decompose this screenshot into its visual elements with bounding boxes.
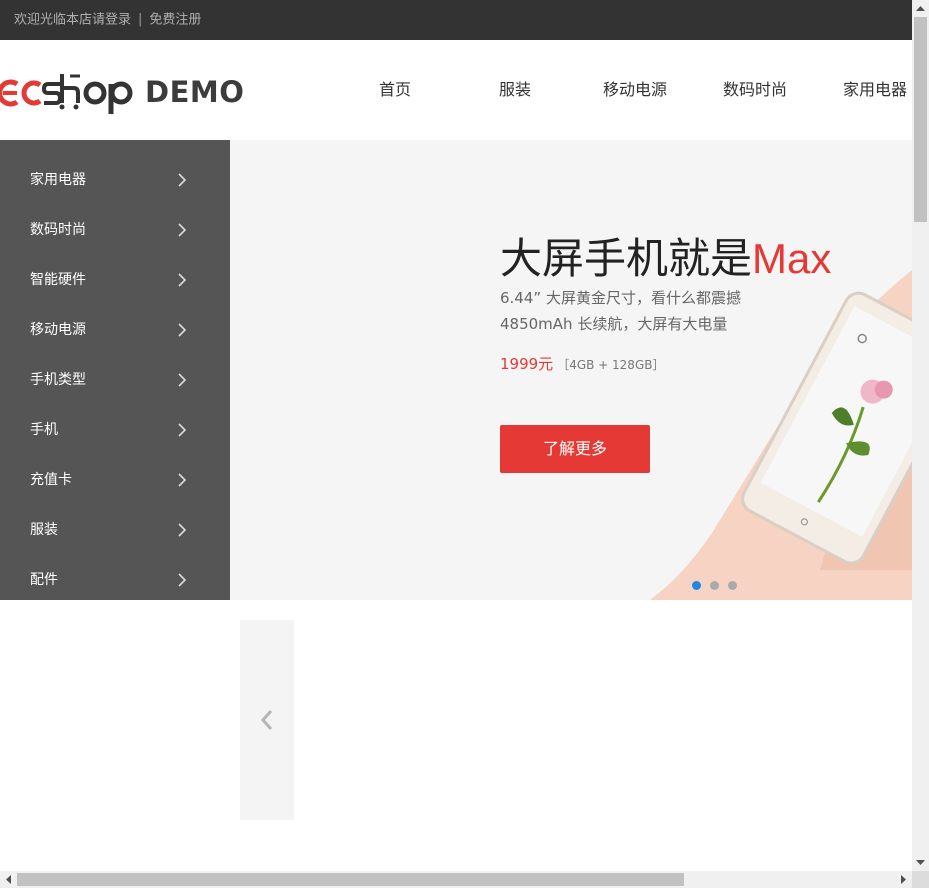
sidebar-item-appliances[interactable]: 家用电器 — [0, 155, 230, 205]
sidebar-item-smart-hardware[interactable]: 智能硬件 — [0, 255, 230, 305]
topbar-separator: | — [138, 12, 143, 27]
ecshop-logo-icon — [0, 74, 133, 114]
banner-price: 1999元 ［4GB + 128GB］ — [500, 353, 664, 374]
chevron-right-icon — [178, 573, 187, 587]
sidebar-item-label: 手机 — [30, 422, 58, 438]
chevron-right-icon — [178, 223, 187, 237]
carousel-dot-2[interactable] — [710, 581, 719, 590]
carousel-prev-button[interactable] — [240, 620, 294, 820]
category-sidebar: 家用电器 数码时尚 智能硬件 移动电源 手机类型 手机 充值卡 服装 配件 — [0, 140, 230, 600]
chevron-right-icon — [178, 423, 187, 437]
banner-spec: ［4GB + 128GB］ — [557, 358, 665, 372]
sidebar-item-label: 配件 — [30, 572, 58, 588]
chevron-right-icon — [178, 173, 187, 187]
scrollbar-corner — [912, 871, 929, 888]
sidebar-item-label: 移动电源 — [30, 322, 86, 338]
vertical-scrollbar[interactable] — [912, 0, 929, 871]
sidebar-item-power-bank[interactable]: 移动电源 — [0, 305, 230, 355]
carousel-dot-1[interactable] — [692, 581, 701, 590]
main-nav: 首页 服装 移动电源 数码时尚 家用电器 — [335, 40, 929, 140]
sidebar-item-clothing[interactable]: 服装 — [0, 505, 230, 555]
nav-item-digital[interactable]: 数码时尚 — [695, 40, 815, 140]
hero-banner[interactable]: 大屏手机就是Max 6.44” 大屏黄金尺寸，看什么都震撼 4850mAh 长续… — [230, 140, 912, 600]
scroll-right-arrow-icon[interactable] — [895, 871, 912, 888]
chevron-left-icon — [260, 710, 273, 730]
header: DEMO 首页 服装 移动电源 数码时尚 家用电器 — [0, 40, 912, 140]
horizontal-scrollbar[interactable] — [0, 871, 912, 888]
sidebar-item-label: 服装 — [30, 522, 58, 538]
learn-more-button[interactable]: 了解更多 — [500, 425, 650, 473]
top-bar: 欢迎光临本店请登录 | 免费注册 — [0, 0, 912, 40]
scroll-up-arrow-icon[interactable] — [912, 0, 929, 17]
register-link[interactable]: 免费注册 — [149, 13, 201, 28]
nav-item-home[interactable]: 首页 — [335, 40, 455, 140]
banner-price-value: 1999元 — [500, 355, 554, 373]
carousel-dots — [692, 581, 737, 590]
sidebar-item-phones[interactable]: 手机 — [0, 405, 230, 455]
scroll-down-arrow-icon[interactable] — [912, 854, 929, 871]
sidebar-item-phone-types[interactable]: 手机类型 — [0, 355, 230, 405]
sidebar-item-label: 充值卡 — [30, 472, 72, 488]
chevron-right-icon — [178, 323, 187, 337]
chevron-right-icon — [178, 373, 187, 387]
sidebar-item-label: 家用电器 — [30, 172, 86, 188]
sidebar-item-digital[interactable]: 数码时尚 — [0, 205, 230, 255]
nav-item-clothing[interactable]: 服装 — [455, 40, 575, 140]
nav-item-power-bank[interactable]: 移动电源 — [575, 40, 695, 140]
chevron-right-icon — [178, 523, 187, 537]
sidebar-item-label: 数码时尚 — [30, 222, 86, 238]
sidebar-item-label: 手机类型 — [30, 372, 86, 388]
chevron-right-icon — [178, 273, 187, 287]
carousel-dot-3[interactable] — [728, 581, 737, 590]
horizontal-scroll-thumb[interactable] — [17, 873, 684, 886]
site-logo[interactable]: DEMO — [0, 70, 244, 114]
sidebar-item-accessories[interactable]: 配件 — [0, 555, 230, 605]
logo-demo-label: DEMO — [145, 75, 245, 109]
sidebar-item-label: 智能硬件 — [30, 272, 86, 288]
login-link[interactable]: 欢迎光临本店请登录 — [14, 13, 131, 28]
page: 欢迎光临本店请登录 | 免费注册 DEMO 首页 服装 移动电源 数码时尚 家用… — [0, 0, 929, 888]
scroll-left-arrow-icon[interactable] — [0, 871, 17, 888]
vertical-scroll-thumb[interactable] — [914, 17, 927, 222]
sidebar-item-recharge-cards[interactable]: 充值卡 — [0, 455, 230, 505]
phone-in-hand-illustration — [650, 270, 912, 600]
chevron-right-icon — [178, 473, 187, 487]
